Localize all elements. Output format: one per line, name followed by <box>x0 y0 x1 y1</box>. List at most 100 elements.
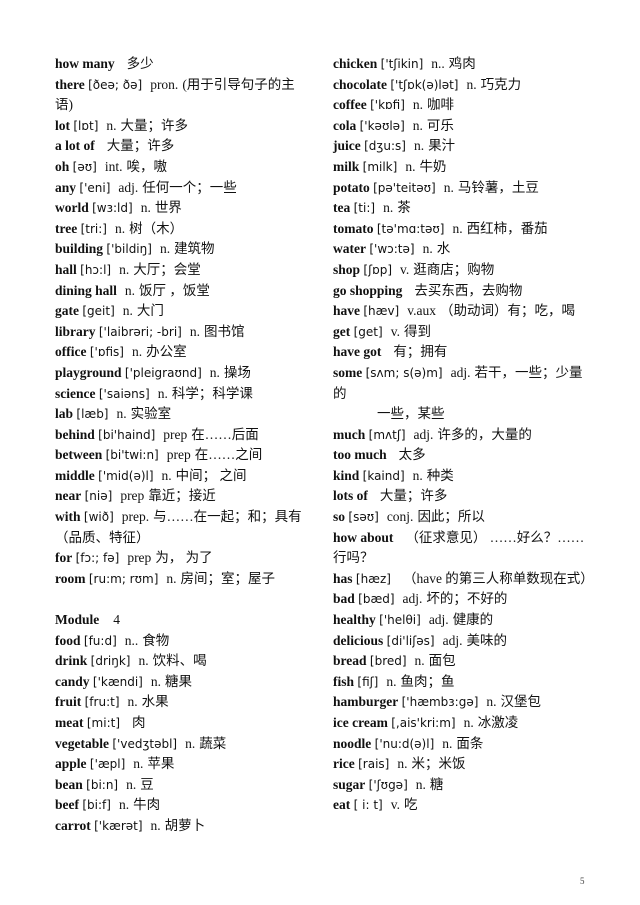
vocab-entry: lots of 大量；许多 <box>333 486 595 507</box>
vocab-pos: n. <box>463 715 474 730</box>
vocab-phonetic: [milk] <box>362 159 398 174</box>
vocab-pos: n. <box>118 797 130 813</box>
vocab-definition: 苹果 <box>147 756 175 772</box>
vocab-pos: v. <box>390 797 400 813</box>
vocab-entry: building ['bildiŋ] n. 建筑物 <box>55 239 310 260</box>
vocab-definition: 得到 <box>403 323 431 339</box>
vocab-definition: 饭厅 ，饭堂 <box>139 282 210 298</box>
vocab-word: hamburger <box>333 694 399 710</box>
vocab-phonetic: [bæd] <box>358 592 395 607</box>
vocab-word: shop <box>333 261 361 277</box>
vocab-word: oh <box>55 158 70 174</box>
vocab-definition: 汉堡包 <box>500 694 542 710</box>
vocab-pos: n. <box>189 323 200 339</box>
vocab-phonetic: [lɒt] <box>73 118 99 133</box>
vocab-pos: conj. <box>386 509 414 525</box>
vocab-definition: 食物 <box>142 632 170 648</box>
vocab-definition: 世界 <box>154 200 182 216</box>
vocab-pos: n. <box>397 756 408 772</box>
vocab-definition: 操场 <box>223 364 251 380</box>
vocab-entry: apple ['æpl] n. 苹果 <box>55 754 310 775</box>
vocab-entry: oh [əʊ] int. 唉，嗷 <box>55 157 310 178</box>
vocab-pos: pron. <box>150 76 179 92</box>
vocab-pos: n. <box>116 406 127 422</box>
vocab-definition: 鱼肉；鱼 <box>400 673 455 689</box>
vocab-entry: library ['laibrəri; -bri] n. 图书馆 <box>55 322 310 343</box>
vocab-pos: n.. <box>431 56 445 71</box>
vocab-pos: adj. <box>442 632 463 648</box>
vocab-word: healthy <box>333 612 376 628</box>
vocab-definition: 美味的 <box>466 632 507 648</box>
vocab-phonetic: [ti:] <box>353 201 376 216</box>
vocab-pos: adj. <box>402 591 423 607</box>
vocab-phonetic: [ i: t] <box>353 798 383 813</box>
vocab-word: near <box>55 488 82 504</box>
vocab-word: building <box>55 241 104 257</box>
vocab-entry: for [fɔ:; fə] prep 为， 为了 <box>55 548 310 569</box>
vocab-phonetic: ['ʃʊgə] <box>368 777 408 792</box>
vocab-definition: 吃 <box>403 797 418 813</box>
vocab-entry: vegetable ['vedʒtəbl] n. 蔬菜 <box>55 734 310 755</box>
module-label: Module <box>55 612 100 628</box>
vocab-definition: 水果 <box>141 694 169 710</box>
vocab-entry: get [get] v. 得到 <box>333 322 595 343</box>
vocab-entry: playground ['pleigraʊnd] n. 操场 <box>55 363 310 384</box>
vocab-word: chicken <box>333 56 378 71</box>
vocab-definition: 唉，嗷 <box>126 158 167 174</box>
vocab-phonetic: ['hæmbɜ:gə] <box>401 695 479 710</box>
vocab-definition: 去买东西，去购物 <box>414 282 523 298</box>
vocab-entry: tomato [tə'mɑ:təʊ] n. 西红柿，番茄 <box>333 219 595 240</box>
vocab-pos: n. <box>415 776 426 792</box>
vocab-pos: v. <box>390 323 400 339</box>
vocab-word: between <box>55 447 103 463</box>
vocab-entry: chicken ['tʃikin] n.. 鸡肉 <box>333 54 595 75</box>
vocab-entry: there [ðeə; ðə] pron. (用于引导句子的主语) <box>55 75 310 116</box>
vocab-entry: gate [geit] n. 大门 <box>55 301 310 322</box>
vocab-definition: 糖 <box>429 776 444 792</box>
vocab-word: fruit <box>55 694 82 710</box>
vocab-pos: prep <box>163 426 188 442</box>
vocab-definition: 胡萝卜 <box>164 817 206 833</box>
vocab-phonetic: [hæz] <box>355 571 391 586</box>
vocab-entry: noodle ['nu:d(ə)l] n. 面条 <box>333 734 595 755</box>
vocab-definition: 逛商店；购物 <box>413 261 495 277</box>
vocab-word: have got <box>333 344 382 360</box>
vocab-word: chocolate <box>333 76 387 92</box>
vocab-entry: so [səʊ] conj. 因此；所以 <box>333 507 595 528</box>
vocab-phonetic: [ʃɒp] <box>363 262 393 277</box>
vocab-entry: drink [driŋk] n. 饮料、喝 <box>55 651 310 672</box>
vocab-pos: v. <box>400 261 410 277</box>
vocab-entry: dining hall n. 饭厅 ，饭堂 <box>55 281 310 302</box>
vocab-definition: 西红柿，番茄 <box>466 220 548 236</box>
vocab-phonetic: ['pleigraʊnd] <box>124 365 202 380</box>
vocab-phonetic: [,ais'kri:m] <box>391 716 456 730</box>
vocab-word: rice <box>333 756 355 772</box>
vocab-definition: 多少 <box>126 56 154 71</box>
vocab-entry: hall [hɔ:l] n. 大厅；会堂 <box>55 260 310 281</box>
vocab-definition: 有；拥有 <box>393 344 448 360</box>
left-column: how many 多少 there [ðeə; ðə] pron. (用于引导句子的主语… <box>55 54 310 837</box>
vocab-word: gate <box>55 303 79 319</box>
vocab-definition: 实验室 <box>130 406 172 422</box>
vocab-word: how many <box>55 56 115 71</box>
vocab-phonetic: [driŋk] <box>90 654 131 669</box>
vocab-pos: n. <box>150 817 161 833</box>
vocab-pos: adj. <box>450 364 471 380</box>
vocab-word: sugar <box>333 776 366 792</box>
vocab-word: get <box>333 323 351 339</box>
vocab-definition: 米；米饭 <box>411 756 466 772</box>
vocab-entry: food [fu:d] n.. 食物 <box>55 631 310 652</box>
vocab-pos: n. <box>443 179 454 195</box>
vocab-phonetic: ['mid(ə)l] <box>98 468 154 483</box>
vocab-entry: beef [bi:f] n. 牛肉 <box>55 795 310 816</box>
vocab-definition: 建筑物 <box>174 241 215 257</box>
vocab-word: with <box>55 509 81 525</box>
vocab-pos: n. <box>150 673 161 689</box>
vocab-phonetic: [kaind] <box>362 468 405 483</box>
vocab-phonetic: [get] <box>353 324 383 339</box>
vocab-entry: science ['saiəns] n. 科学；科学课 <box>55 384 310 405</box>
vocab-entry: too much 太多 <box>333 445 595 466</box>
vocab-phonetic: [mi:t] <box>86 716 120 730</box>
vocab-word: vegetable <box>55 735 109 751</box>
vocab-entry: office ['ɒfis] n. 办公室 <box>55 342 310 363</box>
